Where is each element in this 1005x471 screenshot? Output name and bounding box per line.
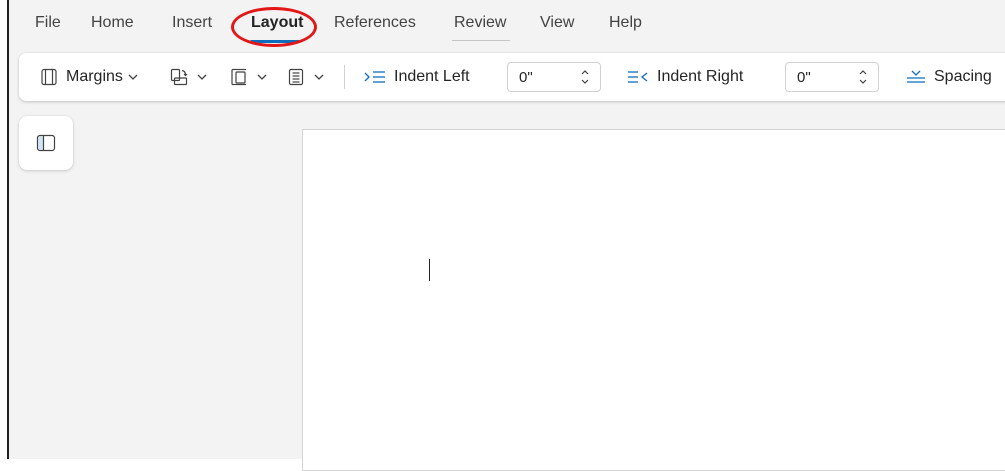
indent-left-label: Indent Left <box>394 68 470 85</box>
chevron-down-icon <box>313 71 325 83</box>
indent-left-value: 0" <box>519 69 533 86</box>
chevron-down-icon <box>196 71 208 83</box>
margins-label: Margins <box>66 68 123 85</box>
tab-review[interactable]: Review <box>454 14 506 32</box>
indent-left-group: Indent Left <box>364 53 470 101</box>
text-cursor <box>429 259 430 281</box>
chevron-down-icon <box>256 71 268 83</box>
spacing-group[interactable]: Spacing <box>906 53 992 101</box>
ribbon-toolbar: Margins Indent Left 0" Indent Right 0" S… <box>19 53 1005 101</box>
page-size-icon <box>230 68 248 86</box>
indent-left-icon <box>364 69 386 85</box>
margins-button[interactable]: Margins <box>40 53 139 101</box>
columns-icon <box>287 68 305 86</box>
spacing-label: Spacing <box>934 68 992 85</box>
tab-review-hover-line <box>452 40 510 41</box>
navigation-pane-icon <box>36 134 56 152</box>
chevron-down-icon <box>127 71 139 83</box>
tab-view[interactable]: View <box>540 14 574 32</box>
toolbar-divider <box>344 65 345 89</box>
indent-right-label: Indent Right <box>657 68 744 85</box>
spin-arrows-icon[interactable] <box>858 66 868 88</box>
orientation-button[interactable] <box>170 53 208 101</box>
spacing-before-icon <box>906 69 926 85</box>
tab-help[interactable]: Help <box>609 14 642 32</box>
document-page[interactable] <box>302 129 1005 471</box>
indent-right-input[interactable]: 0" <box>785 62 879 92</box>
tab-home[interactable]: Home <box>91 14 134 32</box>
indent-left-input[interactable]: 0" <box>507 62 601 92</box>
indent-right-group: Indent Right <box>627 53 743 101</box>
indent-right-value: 0" <box>797 69 811 86</box>
spin-arrows-icon[interactable] <box>580 66 590 88</box>
tab-insert[interactable]: Insert <box>172 14 212 32</box>
indent-right-icon <box>627 69 649 85</box>
tab-references[interactable]: References <box>334 14 416 32</box>
annotation-circle <box>231 7 317 47</box>
page-size-button[interactable] <box>230 53 268 101</box>
columns-button[interactable] <box>287 53 325 101</box>
margins-icon <box>40 68 58 86</box>
navigation-pane-button[interactable] <box>19 116 73 170</box>
orientation-icon <box>170 68 188 86</box>
tab-file[interactable]: File <box>35 14 61 32</box>
